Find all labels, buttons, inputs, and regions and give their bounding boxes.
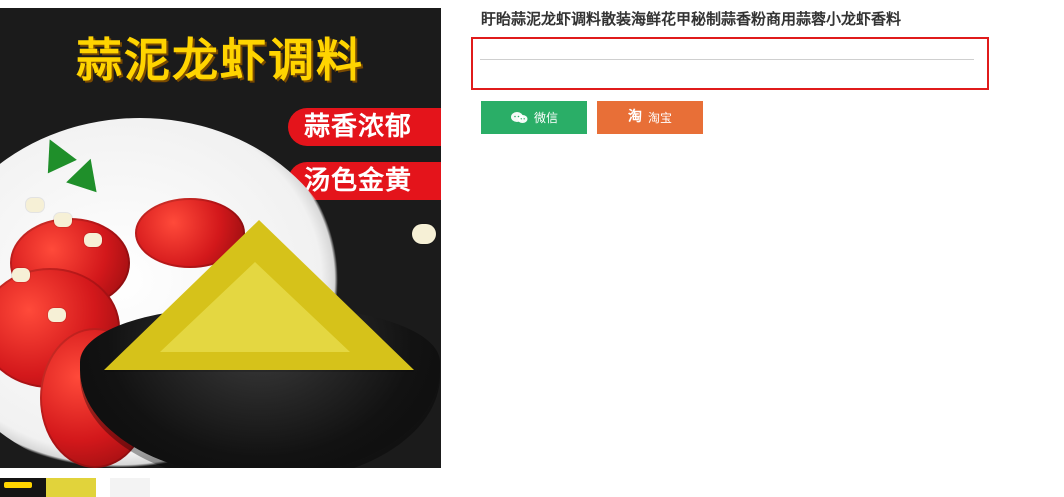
- garlic-illustration: [54, 213, 72, 227]
- thumbnail-2[interactable]: [46, 478, 96, 497]
- share-taobao-button[interactable]: 淘 淘宝: [597, 101, 703, 134]
- powder-highlight: [160, 262, 350, 352]
- divider: [480, 59, 974, 60]
- thumbnail-1[interactable]: [0, 478, 50, 497]
- share-taobao-label: 淘宝: [647, 111, 672, 125]
- highlight-box: [471, 37, 989, 90]
- share-wechat-button[interactable]: 微信: [481, 101, 587, 134]
- share-wechat-label: 微信: [533, 111, 558, 125]
- thumbnail-3[interactable]: [110, 478, 150, 497]
- product-main-image: 蒜泥龙虾调料 蒜香浓郁 汤色金黄: [0, 8, 441, 468]
- thumbnail-1-preview: [4, 482, 32, 488]
- wechat-icon: [510, 111, 528, 125]
- garlic-illustration: [412, 224, 436, 244]
- taobao-icon: 淘: [627, 108, 642, 125]
- product-title: 盱眙蒜泥龙虾调料散装海鲜花甲秘制蒜香粉商用蒜蓉小龙虾香料: [481, 10, 902, 28]
- garlic-illustration: [48, 308, 66, 322]
- garlic-illustration: [26, 198, 44, 212]
- thumbnail-strip: [0, 478, 160, 497]
- image-tag-aroma: 蒜香浓郁: [288, 108, 441, 146]
- garlic-illustration: [84, 233, 102, 247]
- garlic-illustration: [12, 268, 30, 282]
- image-headline: 蒜泥龙虾调料: [76, 33, 364, 87]
- product-detail-page: 蒜泥龙虾调料 蒜香浓郁 汤色金黄 盱眙蒜泥龙虾调料散装海鲜花甲秘制蒜香粉商用蒜蓉…: [0, 0, 1064, 497]
